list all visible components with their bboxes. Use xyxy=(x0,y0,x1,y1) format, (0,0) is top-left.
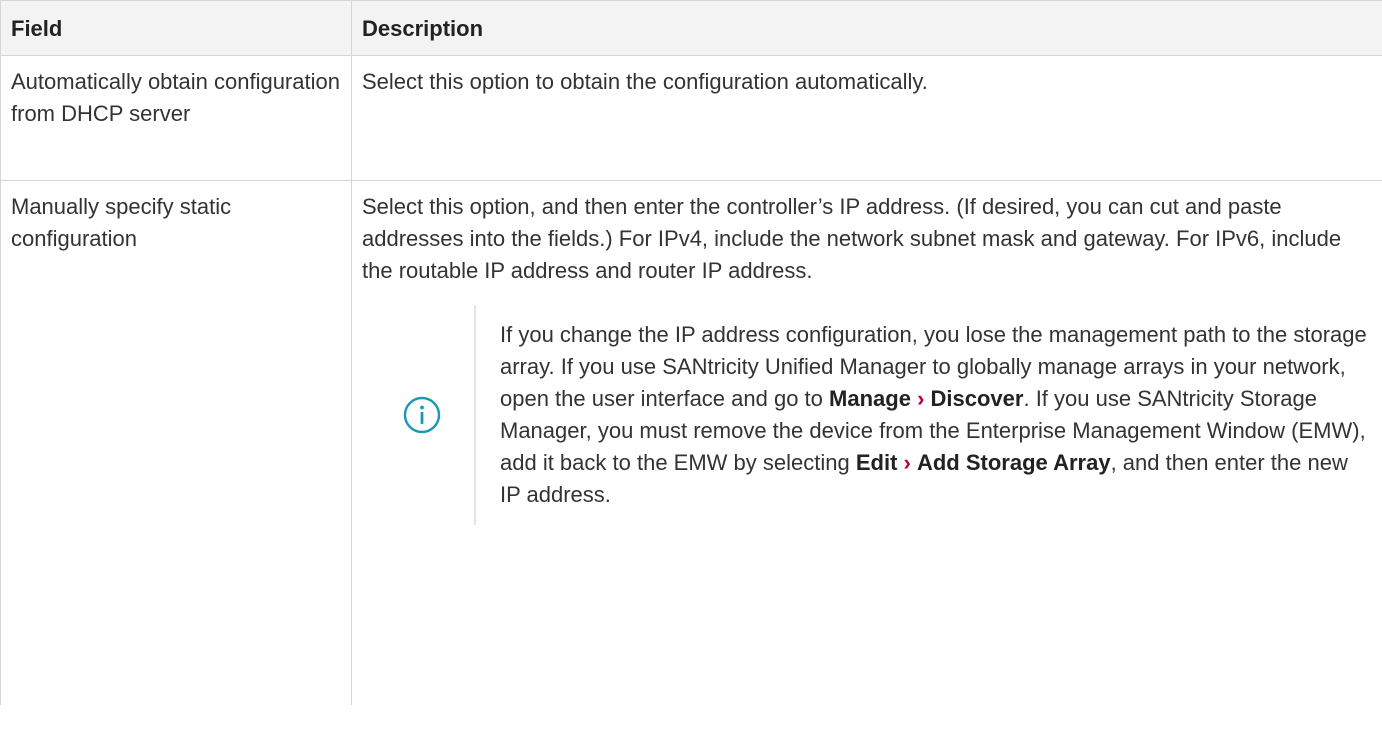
field-description-table: Field Description Automatically obtain c… xyxy=(0,0,1382,705)
table-row: Manually specify static configuration Se… xyxy=(0,180,1382,705)
description-cell: Select this option, and then enter the c… xyxy=(351,180,1382,705)
field-cell: Automatically obtain configuration from … xyxy=(0,55,352,181)
description-text: Select this option, and then enter the c… xyxy=(362,194,1342,283)
menu-path-edit: Edit xyxy=(855,450,898,475)
info-note: If you change the IP address configurati… xyxy=(370,305,1372,525)
field-cell: Manually specify static configuration xyxy=(0,180,352,705)
table-header-row: Field Description xyxy=(0,0,1382,56)
description-cell: Select this option to obtain the configu… xyxy=(351,55,1382,181)
table-row: Automatically obtain configuration from … xyxy=(0,55,1382,181)
info-icon xyxy=(403,396,441,434)
note-text: If you change the IP address configurati… xyxy=(476,305,1372,525)
menu-path-manage: Manage xyxy=(829,386,911,411)
menu-path-discover: Discover xyxy=(930,386,1024,411)
menu-separator: › xyxy=(917,386,925,411)
menu-separator: › xyxy=(903,450,911,475)
header-description: Description xyxy=(351,0,1382,56)
header-field: Field xyxy=(0,0,352,56)
menu-path-add-storage-array: Add Storage Array xyxy=(916,450,1111,475)
note-icon-container xyxy=(370,305,474,525)
